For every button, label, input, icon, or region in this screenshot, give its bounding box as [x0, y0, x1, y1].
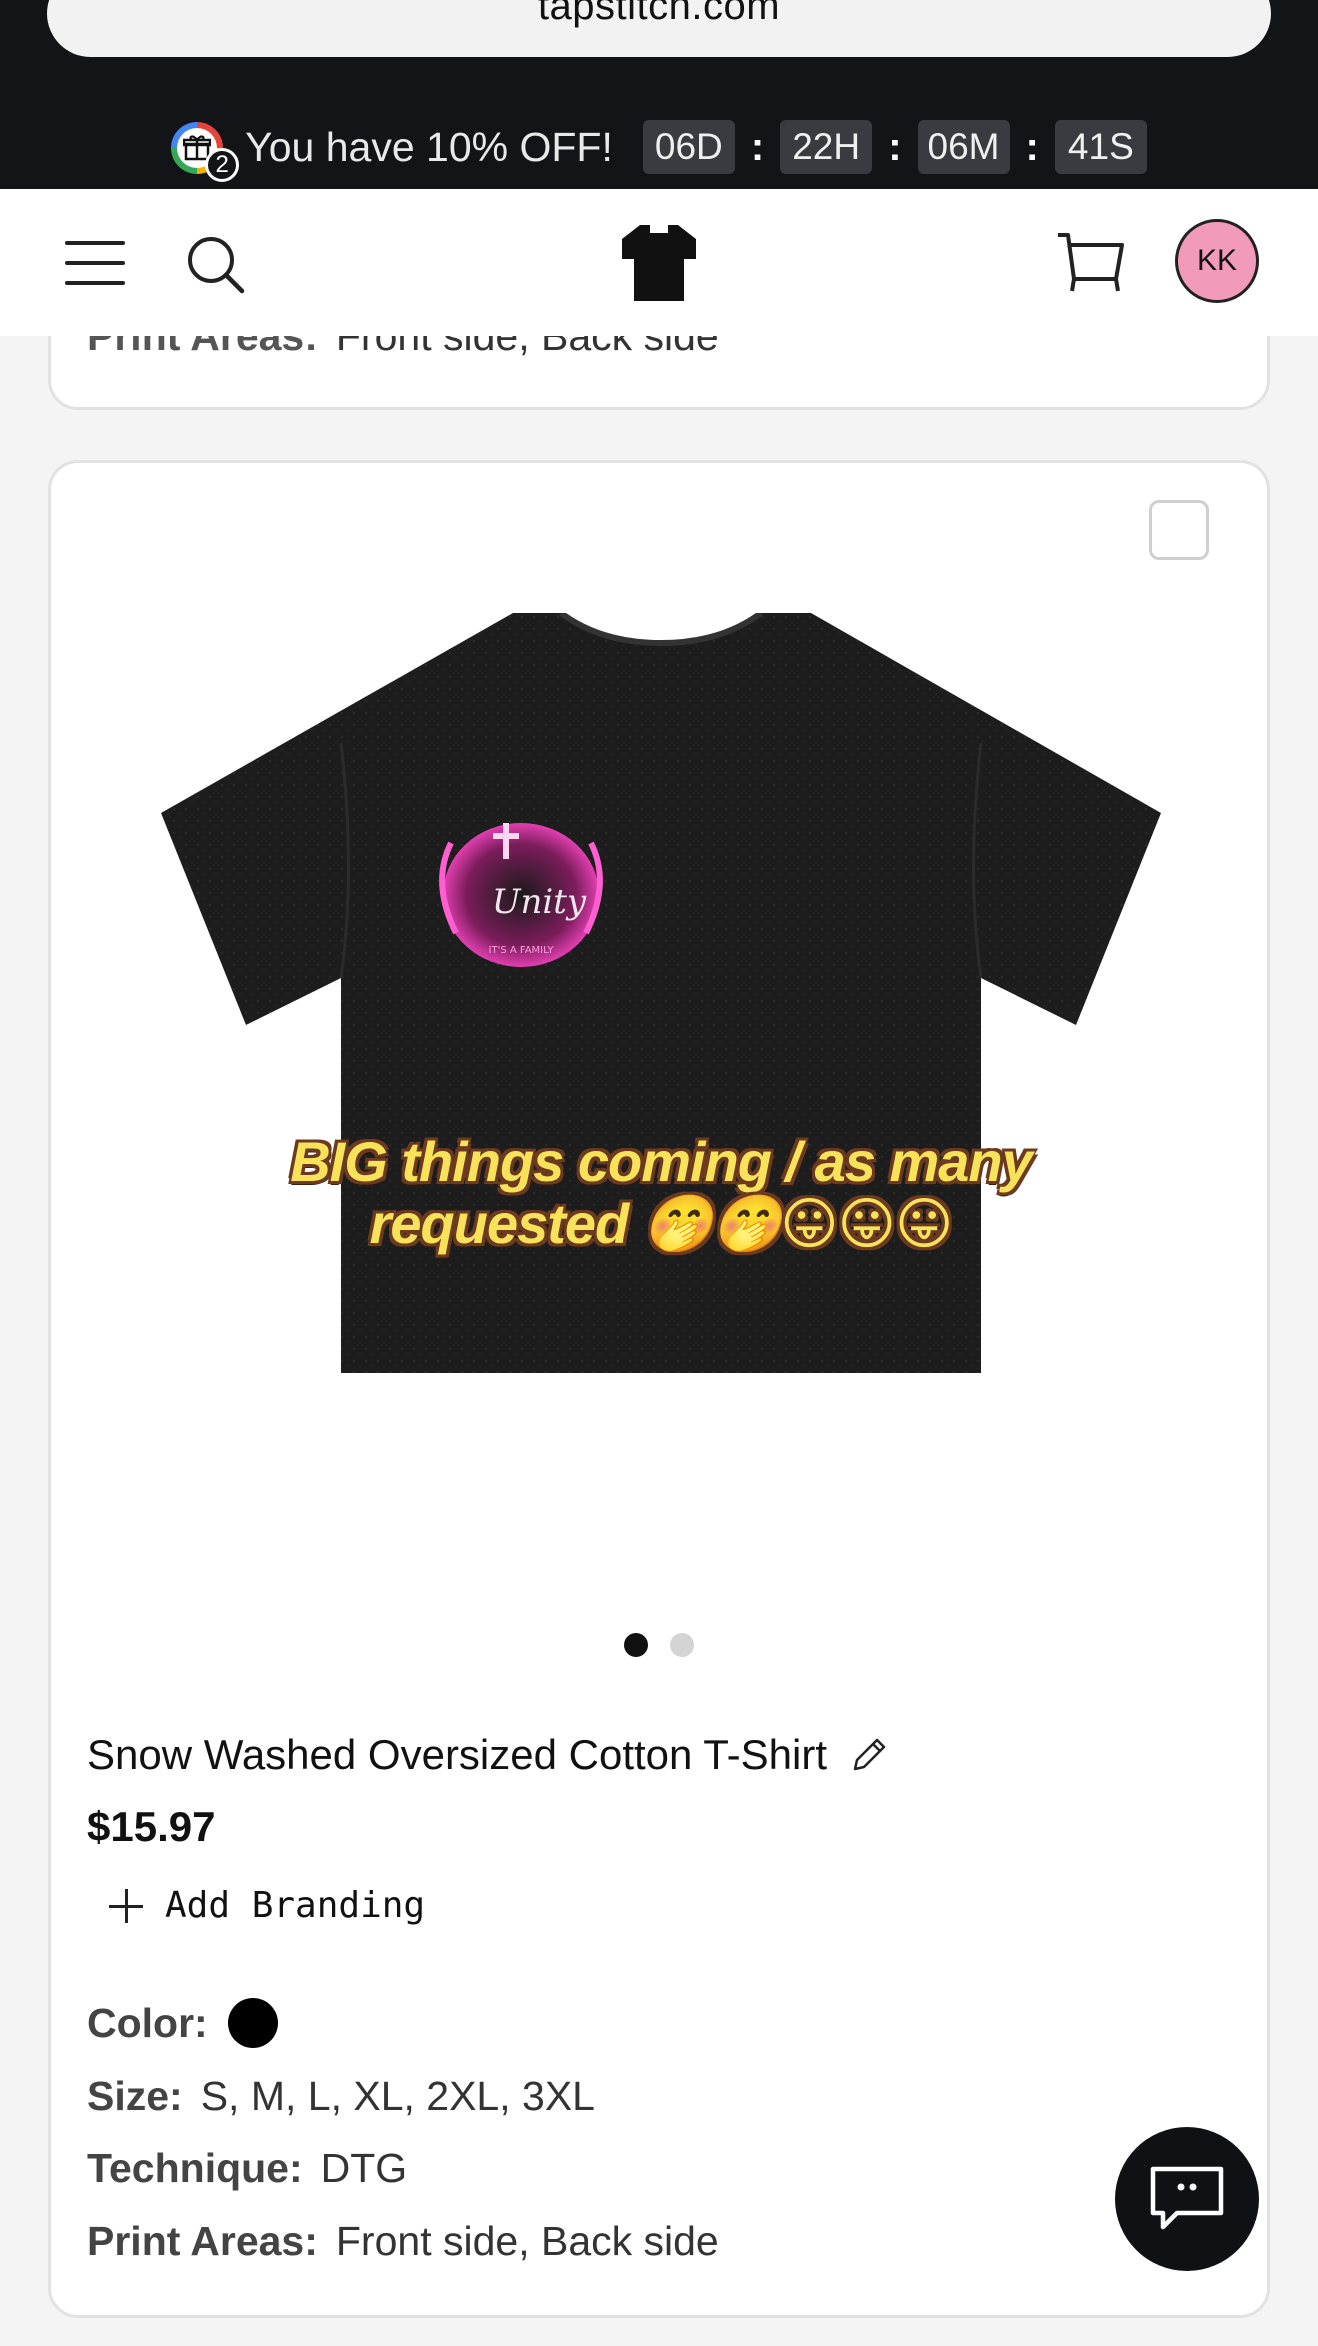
unity-emblem: Unity IT'S A FAMILY	[439, 823, 603, 967]
tshirt-shape	[161, 613, 1161, 1373]
color-swatch-black	[227, 1998, 278, 2048]
avatar[interactable]: KK	[1175, 219, 1259, 303]
chat-button[interactable]	[1115, 2127, 1259, 2271]
pencil-icon[interactable]	[849, 1735, 889, 1775]
product-price: $15.97	[87, 1803, 216, 1850]
timer-seconds: 41S	[1054, 120, 1147, 174]
gift-count-badge: 2	[205, 148, 240, 182]
print-areas-label: Print Areas:	[87, 2218, 318, 2264]
print-areas-row: Print Areas: Front side, Back side	[87, 2218, 719, 2265]
timer-hours: 22H	[780, 120, 873, 174]
add-branding-label: Add Branding	[165, 1885, 426, 1926]
gift-badge[interactable]: 2	[171, 118, 240, 182]
technique-label: Technique:	[87, 2145, 303, 2191]
promo-text: You have 10% OFF!	[245, 123, 613, 170]
url-text: tapstitch.com	[537, 0, 781, 28]
image-pagination	[51, 1633, 1267, 1657]
svg-text:IT'S A FAMILY: IT'S A FAMILY	[489, 945, 555, 956]
plus-icon	[109, 1888, 143, 1923]
search-icon[interactable]	[184, 233, 248, 297]
browser-toolbar: tapstitch.com 2 You have 10% OFF! 06D : …	[0, 0, 1318, 189]
product-title-row: Snow Washed Oversized Cotton T-Shirt	[87, 1731, 889, 1779]
app-header: KK	[0, 189, 1318, 336]
chat-icon	[1150, 2166, 1224, 2230]
timer-separator: :	[1025, 124, 1039, 169]
overlay-caption: BIG things coming / as many requested 🤭🤭…	[111, 1131, 1211, 1255]
print-areas-value: Front side, Back side	[335, 2218, 719, 2264]
technique-value: DTG	[320, 2145, 408, 2191]
hamburger-icon[interactable]	[65, 241, 125, 285]
add-branding-button[interactable]: Add Branding	[109, 1885, 425, 1926]
size-label: Size:	[87, 2073, 183, 2119]
timer-days: 06D	[642, 120, 735, 174]
technique-row: Technique: DTG	[87, 2145, 407, 2192]
select-checkbox[interactable]	[1149, 500, 1209, 560]
color-row: Color:	[87, 1998, 278, 2048]
promo-banner[interactable]: 2 You have 10% OFF! 06D : 22H : 06M : 41…	[0, 112, 1318, 182]
overlay-caption-line2: requested 🤭🤭😛😛😛	[369, 1192, 954, 1255]
pagination-dot-2[interactable]	[670, 1633, 694, 1657]
svg-text:Unity: Unity	[492, 882, 587, 922]
timer-separator: :	[750, 124, 765, 169]
size-row: Size: S, M, L, XL, 2XL, 3XL	[87, 2073, 595, 2120]
product-card[interactable]: Unity IT'S A FAMILY BIG things coming / …	[48, 460, 1270, 2318]
timer-separator: :	[888, 124, 902, 169]
timer-minutes: 06M	[917, 120, 1010, 174]
tshirt-logo-icon[interactable]	[620, 223, 698, 303]
product-title: Snow Washed Oversized Cotton T-Shirt	[87, 1731, 827, 1778]
cart-icon[interactable]	[1056, 229, 1126, 297]
pagination-dot-1[interactable]	[624, 1633, 648, 1657]
size-value: S, M, L, XL, 2XL, 3XL	[200, 2073, 595, 2119]
product-image[interactable]: Unity IT'S A FAMILY	[111, 613, 1211, 1373]
address-bar[interactable]: tapstitch.com	[47, 0, 1271, 57]
overlay-caption-line1: BIG things coming / as many	[290, 1130, 1033, 1193]
color-label: Color:	[87, 1999, 208, 2046]
